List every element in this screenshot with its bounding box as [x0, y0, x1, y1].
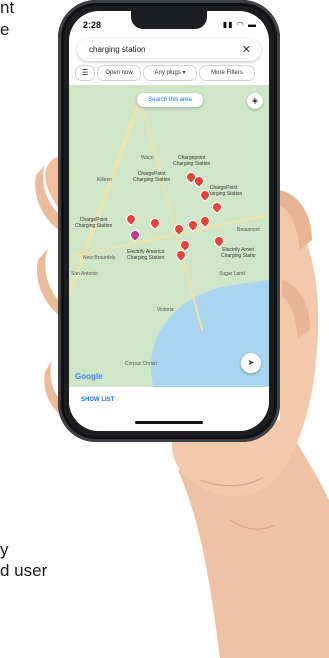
- search-this-area-button[interactable]: Search this area: [137, 93, 203, 107]
- chip-open-now[interactable]: Open now: [97, 65, 141, 81]
- charger-pin[interactable]: [211, 201, 223, 213]
- search-bar[interactable]: charging station ✕: [77, 39, 261, 61]
- city-label: San Antonio: [71, 271, 98, 277]
- station-label[interactable]: ChargePoint Charging Station: [205, 185, 242, 197]
- chip-any-plugs[interactable]: Any plugs ▾: [143, 65, 197, 81]
- charger-pin[interactable]: [213, 235, 225, 247]
- charger-pin[interactable]: [175, 249, 187, 261]
- city-label: New Braunfels: [83, 255, 116, 261]
- phone-notch: [131, 11, 207, 29]
- charger-pin[interactable]: [199, 215, 211, 227]
- city-label: Beaumont: [237, 227, 260, 233]
- show-list-button[interactable]: SHOW LIST: [81, 397, 114, 403]
- station-label[interactable]: ChargePoint Charging Station: [133, 171, 170, 183]
- bottom-panel: SHOW LIST: [69, 387, 269, 431]
- layers-icon[interactable]: ◈: [247, 93, 263, 109]
- chip-more-filters[interactable]: More Filters: [199, 65, 255, 81]
- home-indicator: [135, 421, 203, 424]
- google-logo: Google: [75, 372, 103, 381]
- filter-chips: ☰ Open now Any plugs ▾ More Filters: [75, 65, 267, 81]
- station-label[interactable]: Electrify Ameri Charging Statio: [221, 247, 255, 259]
- smartphone: 2:28 ▮▮ ◠ ▬ charging station ✕ ☰ Open no…: [58, 0, 280, 442]
- city-label: Corpus Christi: [125, 361, 157, 367]
- status-icons: ▮▮ ◠ ▬: [222, 20, 257, 29]
- charger-pin[interactable]: [125, 213, 137, 225]
- station-label[interactable]: Electrify America Charging Station: [127, 249, 164, 261]
- station-label[interactable]: ChargePoint Charging Station: [75, 217, 112, 229]
- locate-icon[interactable]: ➤: [241, 353, 261, 373]
- road: [136, 89, 204, 331]
- city-label: Victoria: [157, 307, 174, 313]
- city-label: Waco: [141, 155, 154, 161]
- city-label: Sugar Land: [219, 271, 245, 277]
- search-input[interactable]: charging station: [89, 45, 145, 54]
- charger-pin[interactable]: [149, 217, 161, 229]
- status-time: 2:28: [83, 20, 102, 30]
- close-icon[interactable]: ✕: [242, 43, 251, 56]
- station-label[interactable]: Chargepoint Charging Station: [173, 155, 210, 167]
- charger-pin[interactable]: [129, 229, 141, 241]
- map-view[interactable]: Search this area ◈ Waco Killeen New Brau…: [69, 85, 269, 387]
- phone-screen: 2:28 ▮▮ ◠ ▬ charging station ✕ ☰ Open no…: [69, 11, 269, 431]
- city-label: Killeen: [97, 177, 113, 183]
- filter-icon[interactable]: ☰: [75, 65, 95, 81]
